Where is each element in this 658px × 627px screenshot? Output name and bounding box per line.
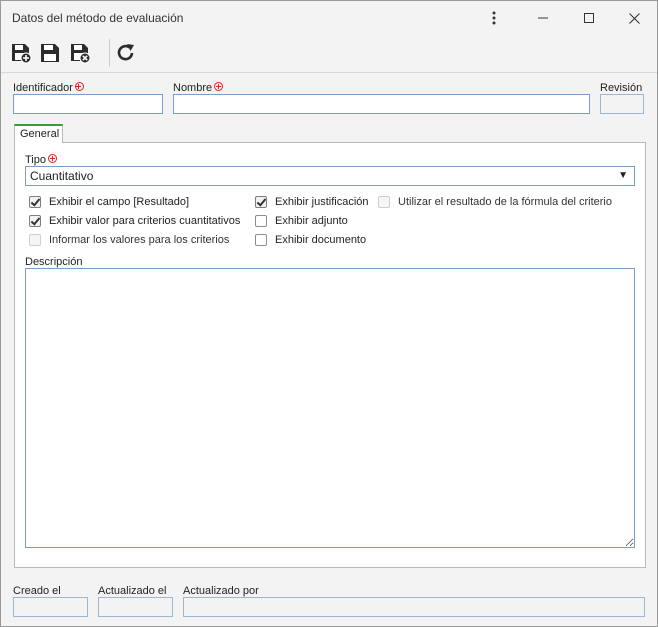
nombre-input[interactable]: [173, 94, 590, 114]
dialog-window: Datos del método de evaluación Identific…: [0, 0, 658, 627]
utilizar-formula-label: Utilizar el resultado de la fórmula del …: [398, 196, 612, 208]
exhibir-justificacion-checkbox[interactable]: [255, 196, 267, 208]
title-bar: Datos del método de evaluación: [1, 1, 657, 35]
toolbar-separator: [109, 39, 110, 67]
exhibir-resultado-checkbox[interactable]: [29, 196, 41, 208]
exhibir-justificacion-label: Exhibir justificación: [275, 196, 369, 208]
minimize-button[interactable]: [520, 1, 566, 35]
dropdown-arrow-icon: ▼: [618, 170, 628, 181]
kebab-menu-icon: [492, 11, 496, 25]
required-icon: [48, 154, 57, 163]
required-icon: [74, 82, 84, 91]
close-button[interactable]: [611, 1, 657, 35]
identificador-input[interactable]: [13, 94, 163, 114]
revision-input: [600, 94, 644, 114]
exhibir-valor-checkbox[interactable]: [29, 215, 41, 227]
exhibir-adjunto-label: Exhibir adjunto: [275, 215, 348, 227]
exhibir-adjunto-checkbox[interactable]: [255, 215, 267, 227]
identificador-label: Identificador: [13, 82, 84, 94]
tab-general[interactable]: General: [14, 124, 63, 143]
exhibir-documento-checkbox[interactable]: [255, 234, 267, 246]
save-icon: [41, 44, 59, 62]
save-close-button[interactable]: [68, 41, 92, 65]
maximize-button[interactable]: [566, 1, 612, 35]
exhibir-resultado-label: Exhibir el campo [Resultado]: [49, 196, 190, 208]
exhibir-documento-label: Exhibir documento: [275, 234, 367, 246]
toolbar: [1, 35, 657, 73]
actualizado-field: [98, 597, 173, 617]
save-button[interactable]: [38, 41, 62, 65]
refresh-icon: [117, 44, 134, 61]
refresh-button[interactable]: [114, 41, 138, 65]
exhibir-valor-label: Exhibir valor para criterios cuantitativ…: [49, 215, 241, 227]
actualizado-por-field: [183, 597, 645, 617]
required-icon: [214, 82, 224, 91]
informar-valores-checkbox: [29, 234, 41, 246]
revision-label: Revisión: [600, 82, 643, 94]
window-title: Datos del método de evaluación: [12, 11, 184, 25]
save-new-icon: [12, 44, 32, 64]
creado-field: [13, 597, 88, 617]
more-options-button[interactable]: [471, 1, 517, 35]
tipo-label: Tipo: [25, 154, 57, 166]
utilizar-formula-checkbox: [378, 196, 390, 208]
maximize-icon: [584, 13, 594, 23]
tipo-selected-value: Cuantitativo: [30, 169, 94, 183]
creado-label: Creado el: [13, 585, 61, 597]
actualizado-por-label: Actualizado por: [183, 585, 259, 597]
informar-valores-label: Informar los valores para los criterios: [49, 234, 230, 246]
save-close-icon: [71, 44, 91, 64]
tipo-select[interactable]: Cuantitativo ▼: [25, 166, 635, 186]
close-icon: [628, 12, 640, 24]
nombre-label: Nombre: [173, 82, 224, 94]
descripcion-textarea[interactable]: [25, 268, 635, 548]
actualizado-label: Actualizado el: [98, 585, 167, 597]
save-new-button[interactable]: [9, 41, 33, 65]
descripcion-label: Descripción: [25, 256, 83, 268]
minimize-icon: [538, 17, 548, 19]
